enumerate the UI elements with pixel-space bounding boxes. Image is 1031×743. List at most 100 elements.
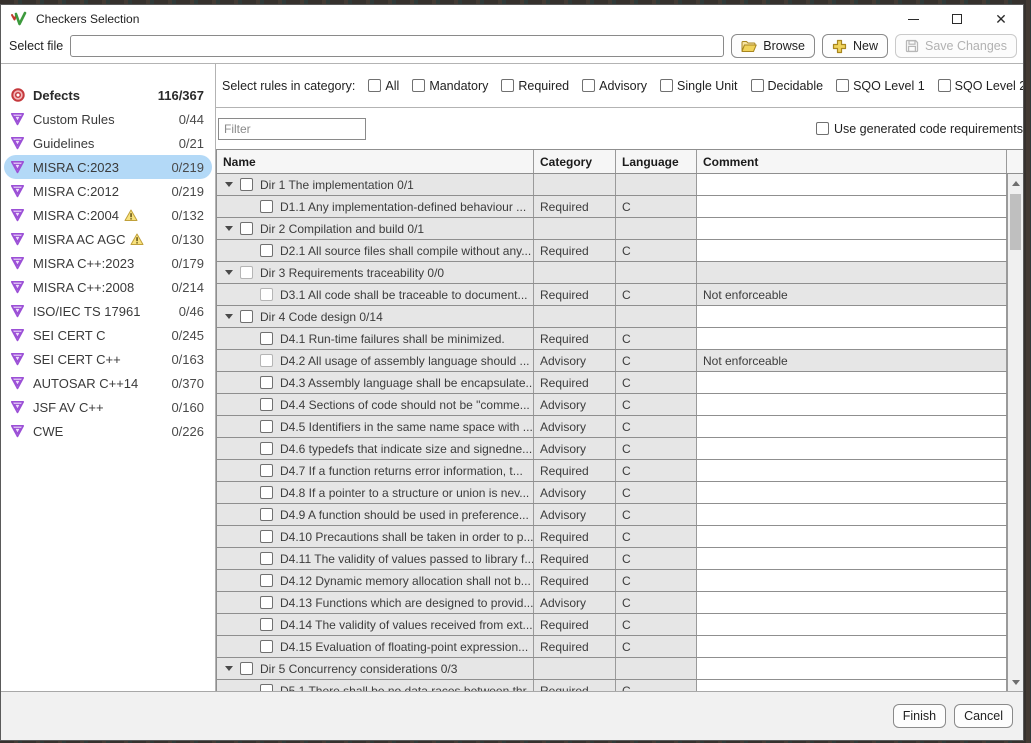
checkbox[interactable] (412, 79, 425, 92)
table-row-rule[interactable]: D4.6 typedefs that indicate size and sig… (217, 438, 1007, 460)
column-header-name[interactable]: Name (217, 150, 534, 173)
checkbox[interactable] (751, 79, 764, 92)
rule-checkbox[interactable] (260, 684, 273, 691)
rule-checkbox[interactable] (260, 508, 273, 521)
table-row-rule[interactable]: D4.15 Evaluation of floating-point expre… (217, 636, 1007, 658)
rule-checkbox[interactable] (260, 464, 273, 477)
rule-checkbox[interactable] (260, 574, 273, 587)
select-file-input[interactable] (70, 35, 724, 57)
scrollbar-down-arrow-icon[interactable] (1008, 675, 1023, 689)
maximize-button[interactable] (935, 5, 979, 33)
table-row-rule[interactable]: D4.5 Identifiers in the same name space … (217, 416, 1007, 438)
sidebar-item-misra-c-2008[interactable]: MISRA C++:20080/214 (4, 275, 212, 299)
rule-checkbox[interactable] (260, 376, 273, 389)
table-row-rule[interactable]: D4.12 Dynamic memory allocation shall no… (217, 570, 1007, 592)
rule-checkbox[interactable] (260, 486, 273, 499)
scrollbar-up-arrow-icon[interactable] (1008, 176, 1023, 190)
rule-checkbox[interactable] (260, 200, 273, 213)
checkbox[interactable] (836, 79, 849, 92)
comment-cell[interactable] (697, 218, 1007, 239)
rule-checkbox[interactable] (260, 618, 273, 631)
comment-cell[interactable] (697, 614, 1007, 635)
rule-checkbox[interactable] (260, 552, 273, 565)
new-button[interactable]: New (822, 34, 888, 58)
category-option-mandatory[interactable]: Mandatory (412, 79, 488, 93)
category-option-advisory[interactable]: Advisory (582, 79, 647, 93)
rule-checkbox[interactable] (260, 640, 273, 653)
comment-cell[interactable] (697, 526, 1007, 547)
category-option-decidable[interactable]: Decidable (751, 79, 824, 93)
collapse-expander-icon[interactable] (225, 226, 233, 231)
rule-checkbox[interactable] (240, 662, 253, 675)
finish-button[interactable]: Finish (893, 704, 946, 728)
category-option-single-unit[interactable]: Single Unit (660, 79, 737, 93)
table-row-rule[interactable]: D5.1 There shall be no data races betwee… (217, 680, 1007, 691)
table-row-directory[interactable]: Dir 4 Code design 0/14 (217, 306, 1007, 328)
rule-checkbox[interactable] (260, 442, 273, 455)
table-row-rule[interactable]: D4.3 Assembly language shall be encapsul… (217, 372, 1007, 394)
rule-checkbox[interactable] (260, 288, 273, 301)
comment-cell[interactable] (697, 658, 1007, 679)
table-row-directory[interactable]: Dir 5 Concurrency considerations 0/3 (217, 658, 1007, 680)
rule-checkbox[interactable] (260, 420, 273, 433)
scrollbar-thumb[interactable] (1010, 194, 1021, 250)
table-row-directory[interactable]: Dir 3 Requirements traceability 0/0 (217, 262, 1007, 284)
comment-cell[interactable] (697, 438, 1007, 459)
table-row-rule[interactable]: D1.1 Any implementation-defined behaviou… (217, 196, 1007, 218)
table-row-rule[interactable]: D2.1 All source files shall compile with… (217, 240, 1007, 262)
use-generated-option[interactable]: Use generated code requirements (816, 122, 1023, 136)
sidebar-item-misra-c-2012[interactable]: MISRA C:20120/219 (4, 179, 212, 203)
close-button[interactable]: ✕ (979, 5, 1023, 33)
rule-checkbox[interactable] (240, 222, 253, 235)
comment-cell[interactable] (697, 394, 1007, 415)
rule-checkbox[interactable] (240, 310, 253, 323)
sidebar-item-misra-c-2004[interactable]: MISRA C:2004 0/132 (4, 203, 212, 227)
comment-cell[interactable] (697, 548, 1007, 569)
table-scrollbar[interactable] (1007, 174, 1023, 691)
rule-checkbox[interactable] (260, 530, 273, 543)
comment-cell[interactable]: Not enforceable (697, 284, 1007, 305)
category-option-all[interactable]: All (368, 79, 399, 93)
table-row-rule[interactable]: D4.11 The validity of values passed to l… (217, 548, 1007, 570)
sidebar-item-custom-rules[interactable]: Custom Rules0/44 (4, 107, 212, 131)
rule-checkbox[interactable] (260, 596, 273, 609)
collapse-expander-icon[interactable] (225, 182, 233, 187)
cancel-button[interactable]: Cancel (954, 704, 1013, 728)
column-header-language[interactable]: Language (616, 150, 697, 173)
column-header-category[interactable]: Category (534, 150, 616, 173)
use-generated-checkbox[interactable] (816, 122, 829, 135)
category-option-sqo-level-2[interactable]: SQO Level 2 (938, 79, 1023, 93)
category-option-sqo-level-1[interactable]: SQO Level 1 (836, 79, 925, 93)
comment-cell[interactable] (697, 174, 1007, 195)
table-row-directory[interactable]: Dir 2 Compilation and build 0/1 (217, 218, 1007, 240)
comment-cell[interactable] (697, 636, 1007, 657)
checkbox[interactable] (938, 79, 951, 92)
collapse-expander-icon[interactable] (225, 314, 233, 319)
comment-cell[interactable] (697, 306, 1007, 327)
table-row-rule[interactable]: D3.1 All code shall be traceable to docu… (217, 284, 1007, 306)
collapse-expander-icon[interactable] (225, 666, 233, 671)
comment-cell[interactable] (697, 262, 1007, 283)
rule-checkbox[interactable] (240, 266, 253, 279)
table-row-rule[interactable]: D4.7 If a function returns error informa… (217, 460, 1007, 482)
comment-cell[interactable] (697, 196, 1007, 217)
minimize-button[interactable] (891, 5, 935, 33)
sidebar-item-jsf-av-c-[interactable]: JSF AV C++0/160 (4, 395, 212, 419)
sidebar-item-defects[interactable]: Defects116/367 (4, 83, 212, 107)
sidebar-item-misra-ac-agc[interactable]: MISRA AC AGC 0/130 (4, 227, 212, 251)
rule-checkbox[interactable] (260, 354, 273, 367)
comment-cell[interactable] (697, 592, 1007, 613)
rule-checkbox[interactable] (260, 244, 273, 257)
comment-cell[interactable] (697, 416, 1007, 437)
table-row-rule[interactable]: D4.9 A function should be used in prefer… (217, 504, 1007, 526)
checkbox[interactable] (660, 79, 673, 92)
sidebar-item-sei-cert-c[interactable]: SEI CERT C0/245 (4, 323, 212, 347)
comment-cell[interactable] (697, 240, 1007, 261)
table-row-rule[interactable]: D4.2 All usage of assembly language shou… (217, 350, 1007, 372)
comment-cell[interactable] (697, 482, 1007, 503)
save-changes-button[interactable]: Save Changes (895, 34, 1017, 58)
checkbox[interactable] (501, 79, 514, 92)
sidebar-item-iso-iec-ts-17961[interactable]: ISO/IEC TS 179610/46 (4, 299, 212, 323)
comment-cell[interactable] (697, 680, 1007, 691)
rule-checkbox[interactable] (260, 398, 273, 411)
